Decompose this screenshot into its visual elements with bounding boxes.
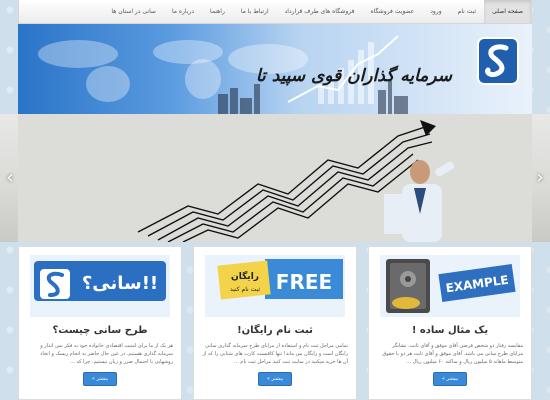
free-image-caption: FREE [276,270,332,294]
more-button[interactable]: بیشتر » [432,372,468,386]
card-title: طرح سانی چیست؟ [52,325,148,336]
nav-item-provinces[interactable]: سانی در استان ها [103,0,164,23]
nav-item-contact[interactable]: ارتباط با ما [233,0,277,23]
free-image-badge-2: ثبت نام کنید [230,286,260,293]
example-safe-image: EXAMPLE [380,255,520,317]
nav-item-register[interactable]: ثبت نام [450,0,485,23]
nav-item-store-membership[interactable]: عضویت فروشگاه [362,0,422,23]
more-button[interactable]: بیشتر » [82,372,118,386]
nav-item-partner-stores[interactable]: فروشگاه های طرف قرارداد [277,0,363,23]
slider-next-arrow[interactable]: › [532,168,548,188]
header-banner: سرمایه گذاران قوی سپید تا [18,24,532,114]
sani-logo-image: سانی؟!! [30,255,170,317]
nav-item-about[interactable]: درباره ما [164,0,202,23]
top-navbar: صفحه اصلی ثبت نام ورود عضویت فروشگاه فرو… [18,0,532,24]
slider-prev-arrow[interactable]: ‹ [2,168,18,188]
card-simple-example: EXAMPLE یک مثال ساده ! مقایسه رفتار دو ش… [368,246,532,400]
card-text: تمامی مراحل ثبت نام و استفاده از مزایای … [202,343,348,365]
nav-item-home[interactable]: صفحه اصلی [484,0,531,23]
card-title: ثبت نام رایگان! [237,325,313,336]
free-registration-image: FREE رایگان ثبت نام کنید [205,255,345,317]
card-free-registration: FREE رایگان ثبت نام کنید ثبت نام رایگان!… [193,246,357,400]
sani-image-caption: سانی؟!! [82,273,158,294]
card-text: مقایسه رفتار دو شخص فرضی آقای موفق و آقا… [382,343,523,365]
more-button[interactable]: بیشتر » [257,372,293,386]
card-text: هر یک از ما برای امنیت اقتصادی خانواده خ… [40,343,173,365]
free-image-badge-1: رایگان [231,270,259,282]
card-title: یک مثال ساده ! [411,325,489,336]
nav-item-guide[interactable]: راهنما [202,0,233,23]
banner-slogan: سرمایه گذاران قوی سپید تا [255,66,452,86]
nav-item-login[interactable]: ورود [422,0,449,23]
card-what-is-sani: سانی؟!! طرح سانی چیست؟ هر یک از ما برای … [18,246,182,400]
slide-image-growth-chart [18,114,532,242]
feature-cards: سانی؟!! طرح سانی چیست؟ هر یک از ما برای … [18,246,532,400]
hero-slider: ‹ › [0,114,550,242]
site-logo[interactable] [476,36,520,86]
